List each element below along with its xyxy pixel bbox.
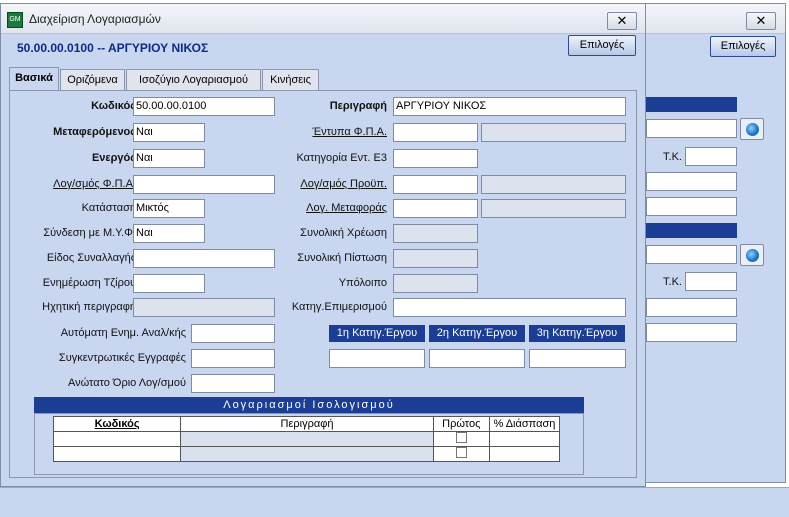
epimerismos-field[interactable] [393, 298, 626, 317]
background-field-4[interactable] [646, 245, 737, 264]
tab-basika[interactable]: Βασικά [9, 67, 59, 90]
logmetaforas-desc-field [481, 199, 626, 218]
status-bar [0, 487, 789, 517]
anotato-field[interactable] [191, 374, 275, 393]
balance-table-header-row: Κωδικός Περιγραφή Πρώτος % Διάσπαση [52, 416, 561, 432]
background-header-bar-2 [646, 223, 737, 238]
anotato-label: Ανώτατο Όριο Λογ/σμού [67, 377, 186, 389]
globe-icon-2[interactable] [740, 244, 764, 266]
close-button[interactable]: ✕ [607, 12, 637, 30]
enimerosi-field[interactable] [133, 274, 205, 293]
logfpa-field[interactable] [133, 175, 275, 194]
table-cell[interactable] [488, 431, 561, 447]
table-cell[interactable] [180, 431, 434, 447]
tab-kiniseis[interactable]: Κινήσεις [262, 69, 319, 90]
katastasi-field[interactable]: Μικτός [133, 199, 205, 218]
eidos-field[interactable] [133, 249, 275, 268]
options-button[interactable]: Επιλογές [568, 35, 636, 56]
table-cell[interactable] [52, 431, 182, 447]
sygkentrotikes-field[interactable] [191, 349, 275, 368]
perigrafi-label: Περιγραφή [329, 100, 387, 112]
column-kodikos[interactable]: Κωδικός [52, 416, 182, 432]
aytomati-label: Αυτόματη Ενημ. Αναλ/κής [60, 327, 186, 339]
background-field-1[interactable] [646, 119, 737, 138]
category-erga-2-button[interactable]: 2η Κατηγ.Έργου [429, 325, 525, 342]
background-options-button[interactable]: Επιλογές [710, 36, 776, 57]
table-row[interactable] [52, 446, 561, 462]
katigoria-field[interactable] [393, 149, 478, 168]
ixitiki-field [133, 298, 275, 317]
basic-panel: Κωδικός 50.00.00.0100 Μεταφερόμενος Ναι … [9, 90, 637, 478]
epimerismos-label: Κατηγ.Επιμερισμού [291, 301, 387, 313]
background-field-5[interactable] [646, 298, 737, 317]
background-tk-label-2: Τ.Κ. [663, 276, 682, 288]
tab-orizomena[interactable]: Οριζόμενα [60, 69, 125, 90]
background-tk-field-1[interactable] [685, 147, 737, 166]
background-field-2[interactable] [646, 172, 737, 191]
background-field-6[interactable] [646, 323, 737, 342]
xreosi-field [393, 224, 478, 243]
app-icon: GM [7, 12, 23, 28]
entypa-field[interactable] [393, 123, 478, 142]
syndesi-field[interactable]: Ναι [133, 224, 205, 243]
metaferomenos-field[interactable]: Ναι [133, 123, 205, 142]
category-erga-3-field[interactable] [529, 349, 626, 368]
table-cell[interactable] [432, 431, 490, 447]
protos-checkbox[interactable] [455, 432, 467, 443]
katastasi-label: Κατάσταση [81, 202, 136, 214]
table-cell[interactable] [52, 446, 182, 462]
table-cell[interactable] [488, 446, 561, 462]
background-tk-label-1: Τ.Κ. [663, 151, 682, 163]
account-title: 50.00.00.0100 -- ΑΡΓΥΡΙΟΥ ΝΙΚΟΣ [17, 41, 209, 55]
logmetaforas-field[interactable] [393, 199, 478, 218]
background-close-button[interactable]: ✕ [746, 12, 776, 30]
titlebar: GM Διαχείριση Λογαριασμών ✕ [1, 4, 645, 34]
pistosi-field [393, 249, 478, 268]
aytomati-field[interactable] [191, 324, 275, 343]
table-row[interactable] [52, 431, 561, 447]
logfpa-label[interactable]: Λογ/σμός Φ.Π.Α. [53, 175, 136, 193]
logmetaforas-label[interactable]: Λογ. Μεταφοράς [306, 199, 387, 217]
balance-table: Κωδικός Περιγραφή Πρώτος % Διάσπαση [52, 416, 561, 462]
balance-table-title: Λογαριασμοί Ισολογισμού [34, 397, 584, 413]
ypoloipo-label: Υπόλοιπο [338, 277, 387, 289]
kodikos-field[interactable]: 50.00.00.0100 [133, 97, 275, 116]
enimerosi-label: Ενημέρωση Τζίρου [42, 277, 136, 289]
column-protos[interactable]: Πρώτος [432, 416, 490, 432]
syndesi-label: Σύνδεση με Μ.Υ.Φ. [43, 227, 136, 239]
category-erga-3-button[interactable]: 3η Κατηγ.Έργου [529, 325, 625, 342]
column-perigrafi[interactable]: Περιγραφή [180, 416, 434, 432]
background-header-bar [646, 97, 737, 112]
eidos-label: Είδος Συναλλαγής [46, 252, 136, 264]
category-erga-1-field[interactable] [329, 349, 425, 368]
logproyp-field[interactable] [393, 175, 478, 194]
katigoria-label: Κατηγορία Εντ. Ε3 [296, 152, 387, 164]
metaferomenos-label: Μεταφερόμενος [53, 126, 136, 138]
background-tk-field-2[interactable] [685, 272, 737, 291]
energos-label: Ενεργός [91, 152, 136, 164]
tab-isozygio[interactable]: Ισοζύγιο Λογαριασμού [126, 69, 261, 90]
entypa-label[interactable]: Έντυπα Φ.Π.Α. [312, 123, 387, 141]
table-cell[interactable] [432, 446, 490, 462]
ypoloipo-field [393, 274, 478, 293]
logproyp-label[interactable]: Λογ/σμός Προϋπ. [300, 175, 387, 193]
table-cell[interactable] [180, 446, 434, 462]
logproyp-desc-field [481, 175, 626, 194]
sygkentrotikes-label: Συγκεντρωτικές Εγγραφές [58, 352, 186, 364]
entypa-desc-field [481, 123, 626, 142]
xreosi-label: Συνολική Χρέωση [300, 227, 387, 239]
pistosi-label: Συνολική Πίστωση [297, 252, 387, 264]
ixitiki-label: Ηχητική περιγραφή [42, 301, 136, 313]
category-erga-2-field[interactable] [429, 349, 525, 368]
window-title: Διαχείριση Λογαριασμών [29, 12, 161, 26]
perigrafi-field[interactable]: ΑΡΓΥΡΙΟΥ ΝΙΚΟΣ [393, 97, 626, 116]
column-diaspasi[interactable]: % Διάσπαση [488, 416, 561, 432]
category-erga-1-button[interactable]: 1η Κατηγ.Έργου [329, 325, 425, 342]
protos-checkbox[interactable] [455, 447, 467, 458]
globe-icon[interactable] [740, 118, 764, 140]
kodikos-label: Κωδικός [91, 100, 136, 112]
energos-field[interactable]: Ναι [133, 149, 205, 168]
main-window: GM Διαχείριση Λογαριασμών ✕ 50.00.00.010… [0, 3, 646, 487]
background-field-3[interactable] [646, 197, 737, 216]
